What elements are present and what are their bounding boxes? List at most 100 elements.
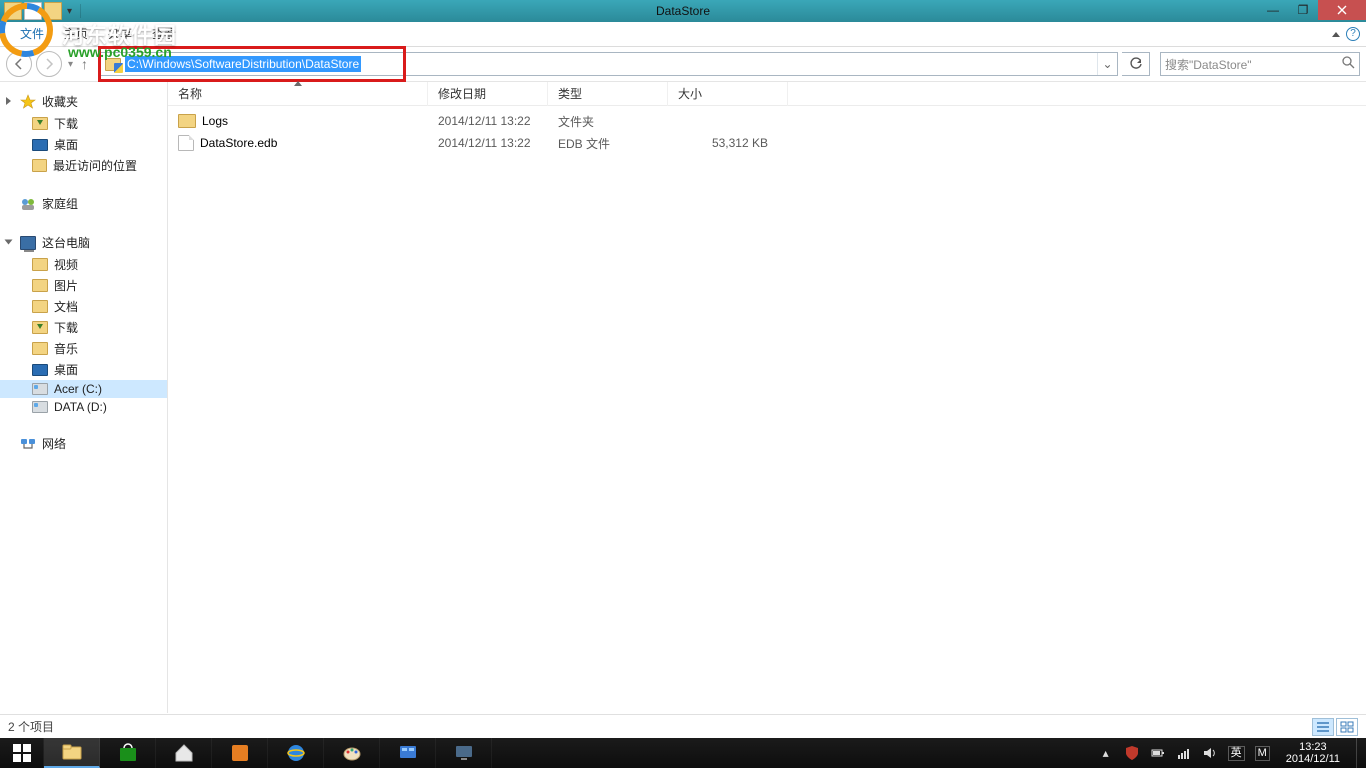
file-row[interactable]: DataStore.edb 2014/12/11 13:22 EDB 文件 53… (168, 132, 1366, 154)
desktop-icon (32, 139, 48, 151)
tray-volume-icon[interactable] (1202, 745, 1218, 761)
folder-icon (178, 114, 196, 128)
close-button[interactable] (1318, 0, 1366, 20)
help-icon[interactable]: ? (1346, 27, 1360, 41)
address-path-text[interactable]: C:\Windows\SoftwareDistribution\DataStor… (125, 56, 361, 72)
network-icon (20, 436, 36, 452)
nav-up-button[interactable]: ↑ (79, 56, 92, 72)
title-bar: ▾ DataStore — ❐ (0, 0, 1366, 22)
taskbar-store[interactable] (100, 738, 156, 768)
refresh-button[interactable] (1122, 52, 1150, 76)
ribbon-tab-view[interactable]: 查看 (142, 22, 186, 47)
clock-date: 2014/12/11 (1286, 753, 1340, 765)
search-placeholder: 搜索"DataStore" (1165, 56, 1342, 73)
qat: ▾ (0, 2, 84, 20)
column-header-name[interactable]: 名称 (168, 82, 428, 106)
navigation-pane: 收藏夹 下载 桌面 最近访问的位置 家庭组 这台电脑 视频 图片 文档 下载 音… (0, 82, 168, 713)
sidebar-favorites[interactable]: 收藏夹 (0, 90, 167, 113)
sidebar-item-videos[interactable]: 视频 (0, 254, 167, 275)
taskbar-file-explorer[interactable] (44, 738, 100, 768)
ribbon-tab-share[interactable]: 共享 (98, 22, 142, 47)
sidebar-item-recent[interactable]: 最近访问的位置 (0, 155, 167, 176)
status-item-count: 2 个项目 (8, 718, 54, 735)
sidebar-item-documents[interactable]: 文档 (0, 296, 167, 317)
view-large-icons-button[interactable] (1336, 718, 1358, 736)
ribbon-tabs: 文件 主页 共享 查看 ? (0, 22, 1366, 47)
nav-back-button[interactable] (6, 51, 32, 77)
sidebar-thispc-label: 这台电脑 (42, 234, 90, 251)
view-details-button[interactable] (1312, 718, 1334, 736)
desktop-icon (32, 364, 48, 376)
star-icon (20, 94, 36, 110)
ime-mode[interactable]: M (1255, 746, 1270, 761)
qat-properties-icon[interactable] (24, 2, 42, 20)
sidebar-network-label: 网络 (42, 435, 66, 452)
address-bar[interactable]: C:\Windows\SoftwareDistribution\DataStor… (100, 52, 1118, 76)
sidebar-homegroup-label: 家庭组 (42, 195, 78, 212)
drive-icon (32, 401, 48, 413)
taskbar-app-orange[interactable] (212, 738, 268, 768)
sidebar-item-desktop[interactable]: 桌面 (0, 134, 167, 155)
sidebar-homegroup[interactable]: 家庭组 (0, 192, 167, 215)
taskbar: ▴ 英 M 13:23 2014/12/11 (0, 738, 1366, 768)
qat-folder-icon[interactable] (4, 2, 22, 20)
videos-folder-icon (32, 258, 48, 271)
sidebar-network[interactable]: 网络 (0, 432, 167, 455)
tray-network-icon[interactable] (1176, 745, 1192, 761)
download-folder-icon (32, 321, 48, 334)
column-header-date[interactable]: 修改日期 (428, 82, 548, 106)
homegroup-icon (20, 196, 36, 212)
column-headers: 名称 修改日期 类型 大小 (168, 82, 1366, 106)
sidebar-item-desktop-pc[interactable]: 桌面 (0, 359, 167, 380)
nav-forward-button[interactable] (36, 51, 62, 77)
music-folder-icon (32, 342, 48, 355)
sidebar-thispc[interactable]: 这台电脑 (0, 231, 167, 254)
sidebar-item-drive-c[interactable]: Acer (C:) (0, 380, 167, 398)
qat-dropdown-icon[interactable]: ▾ (64, 6, 75, 17)
taskbar-ie[interactable] (268, 738, 324, 768)
sort-ascending-icon (294, 81, 302, 86)
taskbar-app-blue[interactable] (380, 738, 436, 768)
tray-clock[interactable]: 13:23 2014/12/11 (1280, 739, 1346, 767)
taskbar-paint[interactable] (324, 738, 380, 768)
ribbon-expand-icon[interactable] (1332, 32, 1340, 37)
taskbar-home[interactable] (156, 738, 212, 768)
documents-folder-icon (32, 300, 48, 313)
sidebar-item-downloads-pc[interactable]: 下载 (0, 317, 167, 338)
tray-battery-icon[interactable] (1150, 745, 1166, 761)
recent-places-icon (32, 159, 47, 172)
sidebar-item-drive-d[interactable]: DATA (D:) (0, 398, 167, 416)
ime-language[interactable]: 英 (1228, 746, 1245, 761)
window-title: DataStore (656, 4, 710, 18)
show-desktop-button[interactable] (1356, 738, 1364, 768)
tray-security-icon[interactable] (1124, 745, 1140, 761)
maximize-button[interactable]: ❐ (1288, 0, 1318, 20)
column-header-size[interactable]: 大小 (668, 82, 788, 106)
chevron-down-icon (4, 239, 12, 244)
column-header-type[interactable]: 类型 (548, 82, 668, 106)
minimize-button[interactable]: — (1258, 0, 1288, 20)
qat-newfolder-icon[interactable] (44, 2, 62, 20)
taskbar-app-monitor[interactable] (436, 738, 492, 768)
ribbon-tab-home[interactable]: 主页 (54, 22, 98, 47)
start-button[interactable] (0, 738, 44, 768)
chevron-right-icon (6, 97, 11, 105)
sidebar-item-music[interactable]: 音乐 (0, 338, 167, 359)
file-list-pane: 名称 修改日期 类型 大小 Logs 2014/12/11 13:22 文件夹 … (168, 82, 1366, 713)
search-box[interactable]: 搜索"DataStore" (1160, 52, 1360, 76)
search-icon (1342, 56, 1355, 72)
status-bar: 2 个项目 (0, 714, 1366, 738)
file-icon (178, 135, 194, 151)
address-dropdown-icon[interactable]: ⌄ (1097, 53, 1117, 75)
file-row[interactable]: Logs 2014/12/11 13:22 文件夹 (168, 110, 1366, 132)
qat-separator (80, 4, 81, 18)
pictures-folder-icon (32, 279, 48, 292)
address-folder-icon (103, 54, 123, 74)
sidebar-favorites-label: 收藏夹 (42, 93, 78, 110)
ribbon-tab-file[interactable]: 文件 (10, 22, 54, 47)
this-pc-icon (20, 236, 36, 250)
sidebar-item-downloads[interactable]: 下载 (0, 113, 167, 134)
sidebar-item-pictures[interactable]: 图片 (0, 275, 167, 296)
nav-history-dropdown[interactable]: ▾ (66, 59, 75, 70)
tray-up-icon[interactable]: ▴ (1098, 745, 1114, 761)
